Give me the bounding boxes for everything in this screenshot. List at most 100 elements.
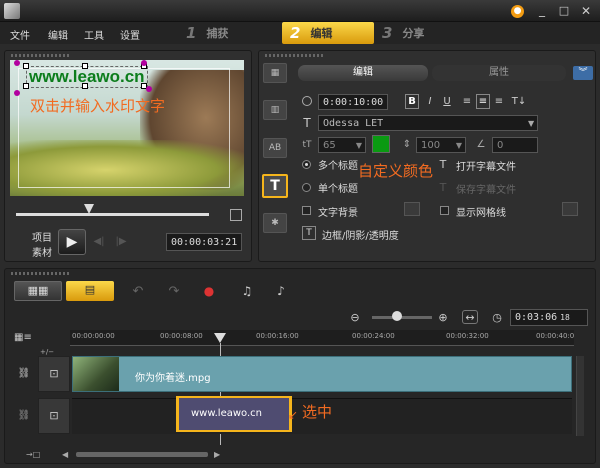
- collapse-icon[interactable]: ︾: [573, 66, 593, 80]
- close-button[interactable]: ✕: [578, 4, 594, 18]
- font-size-field[interactable]: 65 ▼: [318, 137, 366, 153]
- zoom-slider-thumb[interactable]: [392, 311, 402, 321]
- show-grid-label[interactable]: 显示网格线: [456, 204, 506, 219]
- title-clip[interactable]: www.leawo.cn: [176, 396, 292, 432]
- title-track-header[interactable]: ⊡: [38, 398, 70, 434]
- title-bar: ● _ □ ✕: [0, 0, 600, 22]
- line-spacing-field[interactable]: 100 ▼: [416, 137, 466, 153]
- menu-tools[interactable]: 工具: [84, 27, 104, 42]
- expand-icon[interactable]: [230, 209, 242, 221]
- resize-handle[interactable]: [23, 63, 29, 69]
- undo-icon[interactable]: ↶: [130, 283, 146, 299]
- zoom-in-icon[interactable]: ⊕: [436, 310, 450, 324]
- title-clip-text: www.leawo.cn: [191, 408, 262, 419]
- underline-button[interactable]: U: [440, 94, 454, 109]
- open-subtitle-label[interactable]: 打开字幕文件: [456, 158, 516, 173]
- angle-icon: ∠: [476, 139, 486, 150]
- font-select[interactable]: Odessa LET: [318, 115, 538, 131]
- resize-handle[interactable]: [23, 83, 29, 89]
- multi-title-label[interactable]: 多个标题: [318, 157, 358, 172]
- border-shadow-label[interactable]: 边框/阴影/透明度: [322, 227, 399, 242]
- video-track-header[interactable]: ⊡: [38, 356, 70, 392]
- scroll-right-icon[interactable]: ▶: [214, 450, 222, 460]
- angle-field[interactable]: 0: [492, 137, 538, 153]
- rotate-handle[interactable]: [14, 60, 20, 66]
- title-ab-icon[interactable]: AB: [263, 138, 287, 158]
- horizontal-scrollbar[interactable]: [76, 452, 208, 457]
- video-clip[interactable]: 你为你着迷.mpg: [72, 356, 572, 392]
- border-shadow-icon[interactable]: T: [302, 226, 316, 240]
- bold-button[interactable]: B: [405, 94, 419, 109]
- text-direction-icon[interactable]: T↓: [512, 94, 527, 109]
- text-background-label[interactable]: 文字背景: [318, 204, 358, 219]
- single-title-radio[interactable]: [302, 183, 311, 192]
- clip-label[interactable]: 素材: [32, 244, 52, 259]
- show-grid-checkbox[interactable]: [440, 206, 449, 215]
- prev-frame-icon[interactable]: ◀|: [92, 234, 106, 248]
- align-right-icon[interactable]: ≡: [492, 94, 506, 109]
- font-color-swatch[interactable]: [372, 135, 390, 153]
- clock-icon: [302, 96, 312, 106]
- title-track-lock-icon[interactable]: ⛓: [10, 398, 38, 434]
- next-frame-icon[interactable]: |▶: [114, 234, 128, 248]
- play-button[interactable]: ▶: [58, 229, 86, 255]
- duration-field[interactable]: 0:00:10:00: [318, 94, 388, 110]
- menu-file[interactable]: 文件: [10, 27, 30, 42]
- zoom-out-icon[interactable]: ⊖: [348, 310, 362, 324]
- track-options-icon[interactable]: →□: [26, 450, 46, 460]
- fit-project-icon[interactable]: ↔: [462, 310, 478, 324]
- help-icon[interactable]: ●: [511, 5, 524, 18]
- add-track-icon[interactable]: +/−: [40, 348, 68, 356]
- title-tool-icon[interactable]: T: [262, 174, 288, 198]
- redo-icon[interactable]: ↷: [166, 283, 182, 299]
- single-title-label[interactable]: 单个标题: [318, 180, 358, 195]
- ruler-label: 00:00:16:00: [256, 332, 299, 340]
- resize-handle[interactable]: [82, 63, 88, 69]
- auto-music-icon[interactable]: ♪: [272, 283, 290, 299]
- multi-title-radio[interactable]: [302, 160, 311, 169]
- ruler-label: 00:00:24:00: [352, 332, 395, 340]
- step-edit[interactable]: 2 编辑: [282, 22, 374, 44]
- rotate-handle[interactable]: [141, 60, 147, 66]
- transition-icon[interactable]: ▥: [263, 100, 287, 120]
- storyboard-view-button[interactable]: ▦▦: [14, 281, 62, 301]
- step-share[interactable]: 3 分享: [382, 22, 474, 44]
- resize-handle[interactable]: [82, 83, 88, 89]
- step-capture[interactable]: 1 捕获: [186, 22, 278, 44]
- align-center-icon[interactable]: ≡: [476, 94, 490, 109]
- tab-properties[interactable]: 属性: [432, 65, 566, 81]
- arrow-icon: ↙: [288, 408, 299, 422]
- minimize-button[interactable]: _: [534, 4, 550, 18]
- timeline-ruler[interactable]: 00:00:00:00 00:00:08:00 00:00:16:00 00:0…: [70, 330, 574, 346]
- tab-edit[interactable]: 编辑: [298, 65, 428, 81]
- effects-icon[interactable]: ✱: [263, 213, 287, 233]
- record-capture-icon[interactable]: ●: [200, 283, 218, 299]
- align-left-icon[interactable]: ≡: [460, 94, 474, 109]
- project-label[interactable]: 项目: [32, 229, 52, 244]
- chevron-down-icon[interactable]: ▼: [528, 119, 534, 128]
- audio-mixer-icon[interactable]: ♫: [238, 283, 256, 299]
- italic-button[interactable]: I: [423, 94, 437, 109]
- timeline-view-button[interactable]: ▤: [66, 281, 114, 301]
- open-subtitle-icon: T: [439, 157, 447, 171]
- timecode-display[interactable]: 00:00:03:21: [166, 233, 242, 251]
- rotate-handle[interactable]: [146, 86, 152, 92]
- video-track-lock-icon[interactable]: ⛓: [10, 356, 38, 392]
- text-background-checkbox[interactable]: [302, 206, 311, 215]
- annotation-dblclick: 双击并输入水印文字: [30, 97, 166, 115]
- track-manager-icon[interactable]: ▦≡: [14, 332, 34, 344]
- vertical-scrollbar[interactable]: [576, 356, 584, 436]
- save-subtitle-label[interactable]: 保存字幕文件: [456, 181, 516, 196]
- maximize-button[interactable]: □: [556, 4, 572, 18]
- zoom-slider[interactable]: [372, 316, 432, 319]
- menu-edit[interactable]: 编辑: [48, 27, 68, 42]
- grid-settings-icon[interactable]: [562, 202, 578, 216]
- scroll-left-icon[interactable]: ◀: [62, 450, 70, 460]
- duration-clock-icon: ◷: [492, 310, 502, 324]
- scrubber-track[interactable]: [16, 213, 209, 216]
- title-track-icon: ⊡: [49, 409, 59, 422]
- media-library-icon[interactable]: ▦: [263, 63, 287, 83]
- rotate-handle[interactable]: [14, 90, 20, 96]
- menu-settings[interactable]: 设置: [120, 27, 140, 42]
- text-bg-settings-icon[interactable]: [404, 202, 420, 216]
